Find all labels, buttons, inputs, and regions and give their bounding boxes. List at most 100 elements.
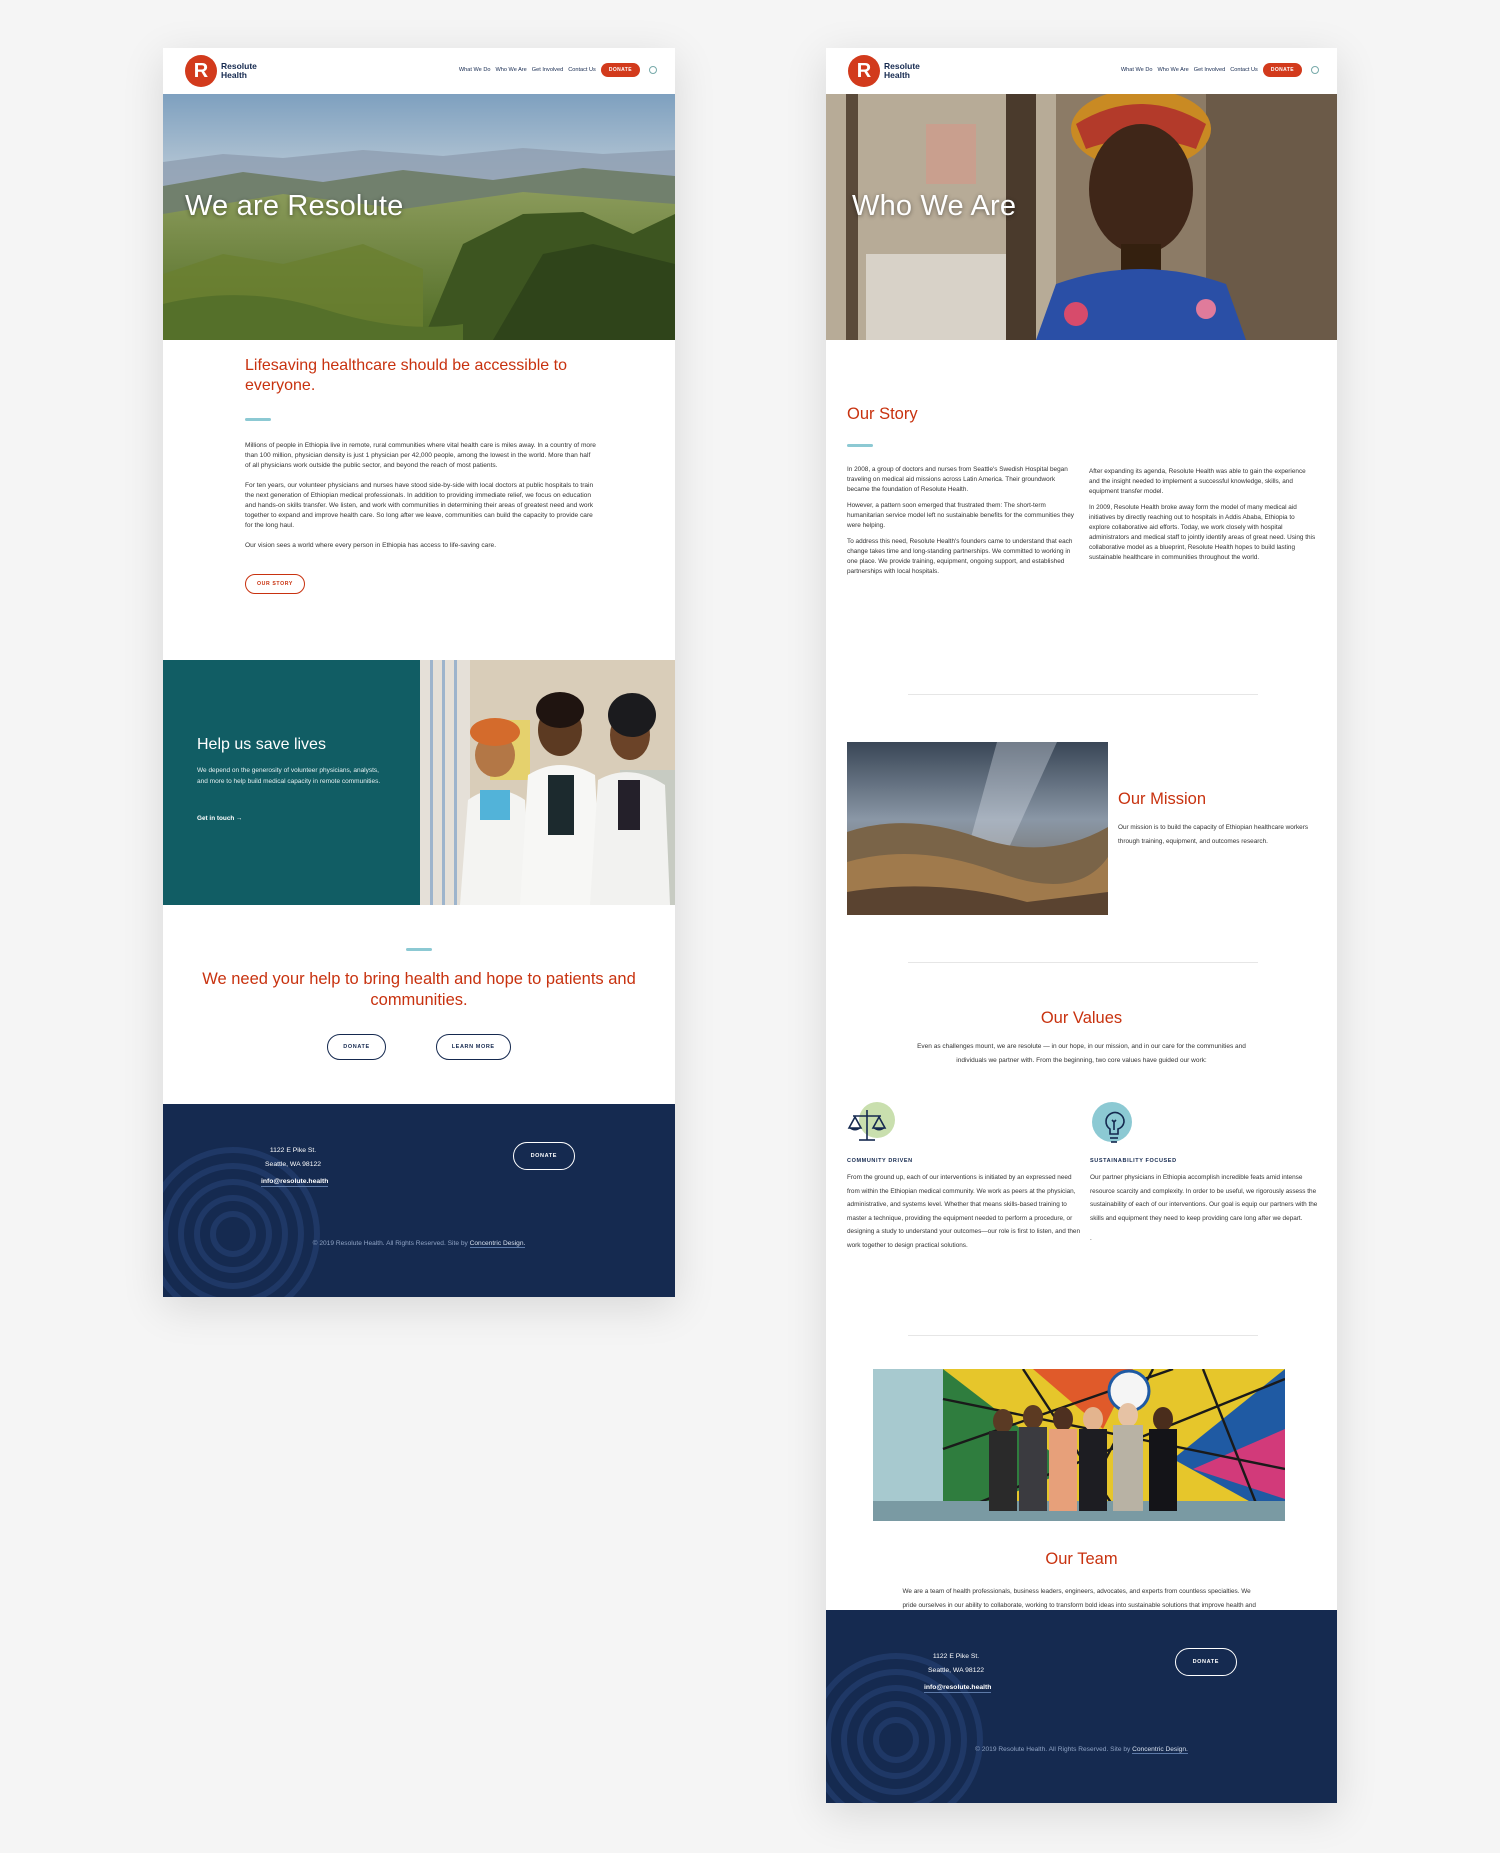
nav-donate-button[interactable]: DONATE: [1262, 63, 1302, 77]
value-sustainability-focused: SUSTAINABILITY FOCUSED Our partner physi…: [1090, 1100, 1325, 1246]
intro-paragraph-1: Millions of people in Ethiopia live in r…: [245, 442, 596, 470]
our-story-section: Our Story In 2008, a group of doctors an…: [847, 405, 1317, 583]
address-line-1: 1122 E Pike St.: [932, 1653, 980, 1660]
address-line-1: 1122 E Pike St.: [269, 1147, 317, 1154]
our-mission-section: Our Mission Our mission is to build the …: [1118, 790, 1318, 848]
logo-mark-icon: R: [185, 55, 217, 87]
main-nav: What We Do Who We Are Get Involved Conta…: [1121, 63, 1319, 77]
lightbulb-icon: [1090, 1100, 1138, 1148]
footer-copyright: © 2019 Resolute Health. All Rights Reser…: [163, 1240, 675, 1248]
story-column-2: After expanding its agenda, Resolute Hea…: [1089, 465, 1317, 583]
intro-paragraph-2: For ten years, our volunteer physicians …: [245, 481, 594, 530]
cta-heading: We need your help to bring health and ho…: [202, 970, 636, 1009]
section-divider: [908, 694, 1258, 695]
value-text: From the ground up, each of our interven…: [847, 1174, 1081, 1249]
nav-donate-button[interactable]: DONATE: [600, 63, 640, 77]
logo[interactable]: R Resolute Health: [185, 55, 271, 87]
footer-copyright: © 2019 Resolute Health. All Rights Reser…: [826, 1746, 1337, 1754]
mountain-storm-image: [847, 742, 1108, 915]
hero-banner: Who We Are: [826, 94, 1337, 340]
footer-email-link[interactable]: info@resolute.health: [924, 1684, 992, 1693]
footer-address: 1122 E Pike St. Seattle, WA 98122: [928, 1650, 984, 1678]
value-text: Our partner physicians in Ethiopia accom…: [1090, 1174, 1318, 1222]
nav-get-involved[interactable]: Get Involved: [532, 67, 563, 73]
address-line-2: Seattle, WA 98122: [928, 1667, 985, 1674]
fingerprint-watermark-icon: [163, 1147, 320, 1297]
copyright-text: © 2019 Resolute Health. All Rights Reser…: [975, 1746, 1133, 1753]
mission-photo: [847, 742, 1108, 915]
footer-donate-button[interactable]: DONATE: [512, 1142, 575, 1170]
credit-link[interactable]: Concentric Design.: [469, 1240, 526, 1248]
doctors-photo: [420, 660, 675, 905]
hero-title: We are Resolute: [185, 190, 404, 222]
value-title: SUSTAINABILITY FOCUSED: [1090, 1158, 1177, 1164]
nav-get-involved[interactable]: Get Involved: [1194, 67, 1225, 73]
accent-divider: [245, 418, 271, 421]
nav-who-we-are[interactable]: Who We Are: [1157, 67, 1188, 73]
fingerprint-watermark-icon: [826, 1653, 983, 1803]
section-divider: [908, 962, 1258, 963]
help-band: Help us save lives We depend on the gene…: [163, 660, 675, 905]
logo-text: Resolute Health: [221, 61, 257, 80]
our-values-section: Our Values Even as challenges mount, we …: [826, 1009, 1337, 1067]
nav-what-we-do[interactable]: What We Do: [459, 67, 491, 73]
intro-heading: Lifesaving healthcare should be accessib…: [245, 357, 567, 394]
team-photo: [873, 1369, 1285, 1521]
scales-icon: [847, 1100, 895, 1148]
doctors-image: [420, 660, 675, 905]
story-paragraph: However, a pattern soon emerged that fru…: [847, 502, 1074, 529]
our-story-button[interactable]: OUR STORY: [245, 573, 305, 594]
section-divider: [908, 1335, 1258, 1336]
copyright-text: © 2019 Resolute Health. All Rights Reser…: [312, 1240, 470, 1247]
story-paragraph: To address this need, Resolute Health's …: [847, 538, 1073, 575]
footer-email-link[interactable]: info@resolute.health: [261, 1178, 329, 1187]
hero-title: Who We Are: [852, 190, 1017, 222]
cta-section: We need your help to bring health and ho…: [163, 948, 675, 1060]
help-panel: Help us save lives We depend on the gene…: [163, 660, 420, 905]
nav-contact-us[interactable]: Contact Us: [1230, 67, 1258, 73]
hero-banner: We are Resolute: [163, 94, 675, 340]
team-mural-image: [873, 1369, 1285, 1521]
value-trailing-dot: .: [1090, 1235, 1092, 1243]
story-paragraph: In 2008, a group of doctors and nurses f…: [847, 466, 1068, 493]
logo[interactable]: R Resolute Health: [848, 55, 934, 87]
search-icon[interactable]: [649, 66, 657, 74]
footer-donate-button[interactable]: DONATE: [1174, 1648, 1237, 1676]
search-icon[interactable]: [1311, 66, 1319, 74]
home-page-mockup: R Resolute Health What We Do Who We Are …: [163, 48, 675, 1297]
story-column-1: In 2008, a group of doctors and nurses f…: [847, 465, 1075, 583]
story-columns: In 2008, a group of doctors and nurses f…: [847, 465, 1317, 583]
main-nav: What We Do Who We Are Get Involved Conta…: [459, 63, 657, 77]
logo-text: Resolute Health: [884, 61, 920, 80]
nav-who-we-are[interactable]: Who We Are: [495, 67, 526, 73]
help-heading: Help us save lives: [197, 736, 326, 753]
our-team-heading: Our Team: [1045, 1550, 1118, 1568]
help-text: We depend on the generosity of volunteer…: [197, 767, 381, 785]
our-values-heading: Our Values: [1040, 1009, 1123, 1027]
value-community-driven: COMMUNITY DRIVEN From the ground up, eac…: [847, 1100, 1082, 1253]
value-title: COMMUNITY DRIVEN: [847, 1158, 913, 1164]
get-in-touch-link[interactable]: Get in touch →: [197, 815, 242, 822]
cta-buttons: DONATE LEARN MORE: [163, 1034, 675, 1060]
accent-divider: [406, 948, 432, 951]
accent-divider: [847, 444, 873, 447]
our-mission-heading: Our Mission: [1118, 790, 1207, 808]
learn-more-button[interactable]: LEARN MORE: [435, 1034, 511, 1060]
cta-donate-button[interactable]: DONATE: [327, 1034, 386, 1060]
intro-section: Lifesaving healthcare should be accessib…: [245, 356, 597, 594]
address-line-2: Seattle, WA 98122: [265, 1161, 322, 1168]
footer-address: 1122 E Pike St. Seattle, WA 98122: [265, 1144, 321, 1172]
values-lead: Even as challenges mount, we are resolut…: [917, 1043, 1246, 1064]
credit-link[interactable]: Concentric Design.: [1132, 1746, 1188, 1754]
site-header: R Resolute Health What We Do Who We Are …: [163, 48, 675, 94]
intro-paragraph-3: Our vision sees a world where every pers…: [245, 541, 497, 549]
story-paragraph: In 2009, Resolute Health broke away form…: [1089, 504, 1316, 561]
site-footer: 1122 E Pike St. Seattle, WA 98122 info@r…: [826, 1610, 1337, 1803]
who-we-are-page-mockup: R Resolute Health What We Do Who We Are …: [826, 48, 1337, 1803]
nav-what-we-do[interactable]: What We Do: [1121, 67, 1153, 73]
site-footer: 1122 E Pike St. Seattle, WA 98122 info@r…: [163, 1104, 675, 1297]
mission-text: Our mission is to build the capacity of …: [1118, 824, 1309, 845]
story-paragraph: After expanding its agenda, Resolute Hea…: [1089, 468, 1306, 495]
nav-contact-us[interactable]: Contact Us: [568, 67, 596, 73]
logo-mark-icon: R: [848, 55, 880, 87]
